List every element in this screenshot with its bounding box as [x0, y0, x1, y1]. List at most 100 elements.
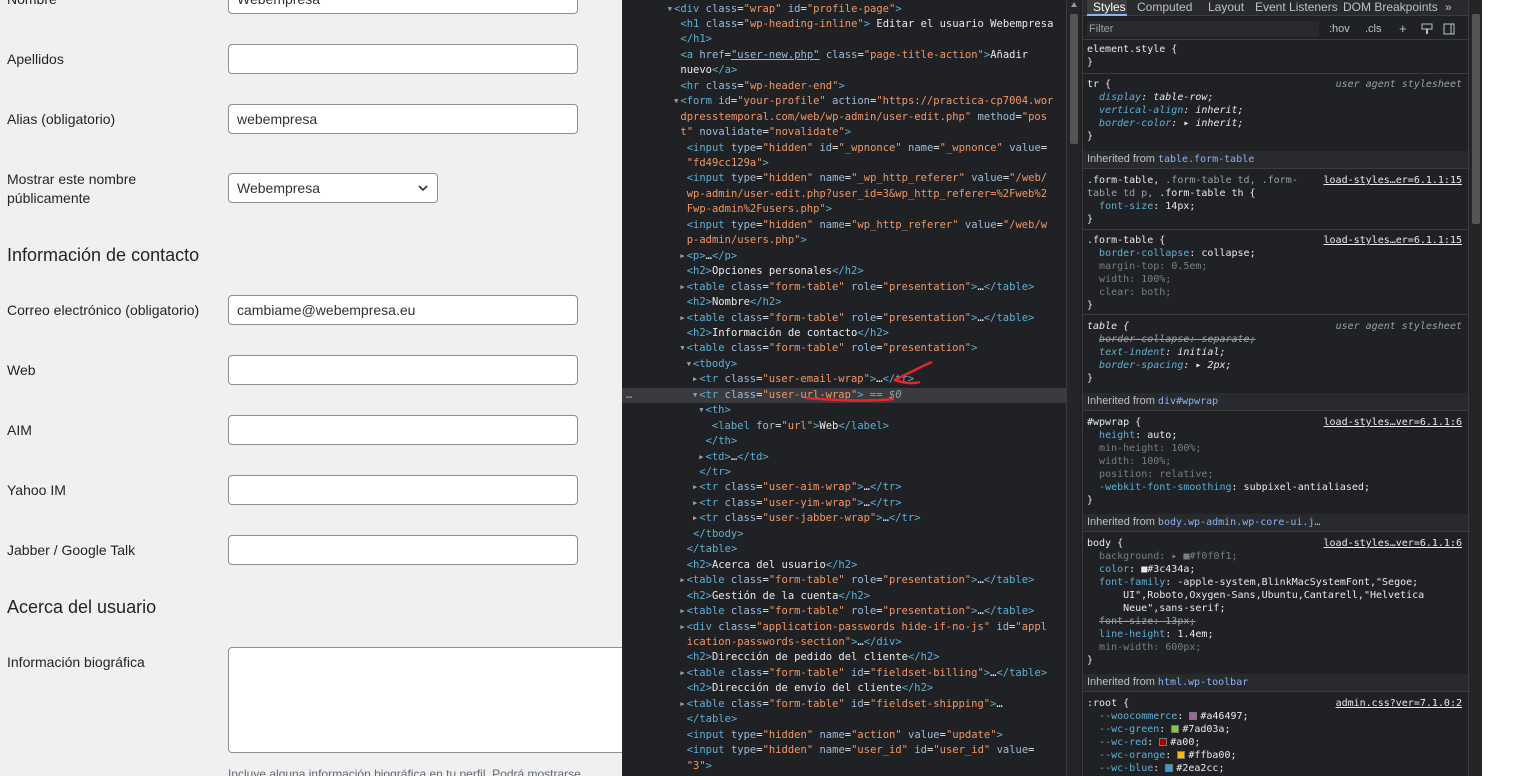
dom-node[interactable]: <input type="hidden" name="_wp_http_refe…: [622, 171, 1066, 187]
css-value[interactable]: collapse: [1201, 248, 1249, 259]
dom-node[interactable]: ▶ <td>…</td>: [622, 450, 1066, 466]
tab-layout[interactable]: Layout: [1208, 0, 1244, 16]
dom-node[interactable]: Fwp-admin%2Fusers.php">: [622, 202, 1066, 218]
css-value[interactable]: 13px: [1165, 616, 1189, 627]
dom-node[interactable]: </h1>: [622, 32, 1066, 48]
dom-node[interactable]: ▶ <tr class="user-jabber-wrap">…</tr>: [622, 511, 1066, 527]
styles-scroll-thumb[interactable]: [1472, 14, 1480, 224]
css-value[interactable]: 100%: [1171, 443, 1195, 454]
css-value[interactable]: 100%: [1141, 274, 1165, 285]
dom-node[interactable]: <h2>Dirección de pedido del cliente</h2>: [622, 650, 1066, 666]
css-property[interactable]: margin-top: [1099, 261, 1159, 272]
css-value[interactable]: #ffba00: [1188, 750, 1230, 761]
css-value[interactable]: ■#3c434a: [1141, 564, 1189, 575]
css-property[interactable]: --wc-red: [1099, 737, 1147, 748]
css-value[interactable]: #2ea2cc: [1176, 763, 1218, 774]
css-value[interactable]: separate: [1201, 334, 1249, 345]
dom-node[interactable]: ▶ <div class="application-passwords hide-…: [622, 620, 1066, 636]
dom-node[interactable]: ▼ <th>: [622, 403, 1066, 419]
css-value[interactable]: initial: [1177, 347, 1219, 358]
expand-triangle-icon[interactable]: ▶: [699, 453, 703, 461]
dom-node[interactable]: dpresstemporal.com/web/wp-admin/user-edi…: [622, 110, 1066, 126]
expand-triangle-icon[interactable]: ▶: [680, 623, 684, 631]
cls-toggle[interactable]: .cls: [1365, 21, 1382, 37]
dom-node[interactable]: p-admin/users.php">: [622, 233, 1066, 249]
css-property[interactable]: clear: [1099, 287, 1129, 298]
css-value[interactable]: #7ad03a: [1182, 724, 1224, 735]
collapse-triangle-icon[interactable]: ▼: [680, 344, 684, 352]
expand-triangle-icon[interactable]: ▶: [680, 669, 684, 677]
color-swatch-icon[interactable]: [1177, 751, 1186, 759]
dom-node[interactable]: <h2>Nombre</h2>: [622, 295, 1066, 311]
display-name-select[interactable]: Webempresa: [228, 173, 438, 203]
dom-node[interactable]: <h1 class="wp-heading-inline"> Editar el…: [622, 17, 1066, 33]
css-property[interactable]: font-size: [1099, 201, 1153, 212]
inherited-target-link[interactable]: table.form-table: [1158, 154, 1254, 165]
dom-node[interactable]: ▼ <tbody>: [622, 357, 1066, 373]
css-value[interactable]: 0.5em: [1171, 261, 1201, 272]
expand-triangle-icon[interactable]: ▶: [680, 283, 684, 291]
css-value[interactable]: 100%: [1141, 456, 1165, 467]
dom-node[interactable]: <label for="url">Web</label>: [622, 419, 1066, 435]
hov-toggle[interactable]: :hov: [1329, 21, 1350, 37]
expand-triangle-icon[interactable]: ▶: [680, 252, 684, 260]
style-source-link[interactable]: load-styles…ver=6.1.1:6: [1324, 537, 1462, 550]
dom-node[interactable]: ▼ <table class="form-table" role="present…: [622, 341, 1066, 357]
dom-node[interactable]: ▶ <tr class="user-aim-wrap">…</tr>: [622, 480, 1066, 496]
inherited-target-link[interactable]: html.wp-toolbar: [1158, 677, 1248, 688]
elements-scrollbar[interactable]: [1066, 0, 1080, 776]
dom-node[interactable]: </table>: [622, 542, 1066, 558]
dom-node[interactable]: t" novalidate="novalidate">: [622, 125, 1066, 141]
paint-icon[interactable]: [1421, 23, 1433, 35]
style-source-link[interactable]: load-styles…er=6.1.1:15: [1324, 234, 1462, 247]
dom-node[interactable]: ▼ <form id="your-profile" action="https:/…: [622, 94, 1066, 110]
dom-node[interactable]: <input type="hidden" id="_wpnonce" name=…: [622, 141, 1066, 157]
css-property[interactable]: width: [1099, 456, 1129, 467]
yahoo-input[interactable]: [228, 475, 578, 505]
collapse-triangle-icon[interactable]: ▼: [693, 391, 697, 399]
expand-triangle-icon[interactable]: ▶: [693, 514, 697, 522]
dom-node[interactable]: </table>: [622, 712, 1066, 728]
dom-node[interactable]: wp-admin/user-edit.php?user_id=3&wp_http…: [622, 187, 1066, 203]
tab-event-listeners[interactable]: Event Listeners: [1255, 0, 1338, 16]
collapse-triangle-icon[interactable]: ▼: [668, 5, 672, 13]
dom-node-selected[interactable]: … ▼ <tr class="user-url-wrap"> == $0: [622, 387, 1066, 404]
color-swatch-icon[interactable]: [1165, 764, 1174, 772]
inherited-target-link[interactable]: div#wpwrap: [1158, 396, 1218, 407]
css-property[interactable]: border-color: [1099, 118, 1171, 129]
css-property[interactable]: --wc-blue: [1099, 763, 1153, 774]
dom-node[interactable]: ▶ <table class="form-table" role="present…: [622, 573, 1066, 589]
css-value[interactable]: 600px: [1165, 642, 1195, 653]
dom-node[interactable]: </th>: [622, 434, 1066, 450]
color-swatch-icon[interactable]: [1171, 725, 1180, 733]
color-swatch-icon[interactable]: [1189, 712, 1198, 720]
css-property[interactable]: -webkit-font-smoothing: [1099, 482, 1231, 493]
css-property[interactable]: border-spacing: [1099, 360, 1183, 371]
expand-triangle-icon[interactable]: ▶: [680, 314, 684, 322]
css-value[interactable]: -apple-system,BlinkMacSystemFont,"Segoe: [1177, 577, 1412, 588]
dom-node[interactable]: <h2>Opciones personales</h2>: [622, 264, 1066, 280]
scroll-thumb[interactable]: [1070, 14, 1078, 144]
css-value[interactable]: #a46497: [1200, 711, 1242, 722]
css-value[interactable]: both: [1141, 287, 1165, 298]
css-property[interactable]: font-size: [1099, 616, 1153, 627]
collapse-triangle-icon[interactable]: ▼: [687, 360, 691, 368]
expand-triangle-icon[interactable]: ▶: [680, 576, 684, 584]
css-property[interactable]: vertical-align: [1099, 105, 1183, 116]
dom-node[interactable]: <hr class="wp-header-end">: [622, 79, 1066, 95]
style-source-link[interactable]: load-styles…er=6.1.1:15: [1324, 174, 1462, 187]
dom-node[interactable]: ication-passwords-section">…</div>: [622, 635, 1066, 651]
jabber-input[interactable]: [228, 535, 578, 565]
dom-node[interactable]: ▶ <tr class="user-yim-wrap">…</tr>: [622, 496, 1066, 512]
css-value[interactable]: 1.4em: [1177, 629, 1207, 640]
css-property[interactable]: background: [1099, 551, 1159, 562]
css-value[interactable]: ▸ ■#f0f0f1: [1171, 551, 1231, 562]
css-property[interactable]: min-height: [1099, 443, 1159, 454]
style-source-link[interactable]: admin.css?ver=7.1.0:2: [1336, 697, 1462, 710]
css-property[interactable]: position: [1099, 469, 1147, 480]
dom-node[interactable]: nuevo</a>: [622, 63, 1066, 79]
dom-node[interactable]: ▶ <p>…</p>: [622, 249, 1066, 265]
alias-input[interactable]: webempresa: [228, 104, 578, 134]
dom-node[interactable]: ▶ <table class="form-table" id="fieldset-…: [622, 697, 1066, 713]
dom-node[interactable]: <h2>Información de contacto</h2>: [622, 326, 1066, 342]
